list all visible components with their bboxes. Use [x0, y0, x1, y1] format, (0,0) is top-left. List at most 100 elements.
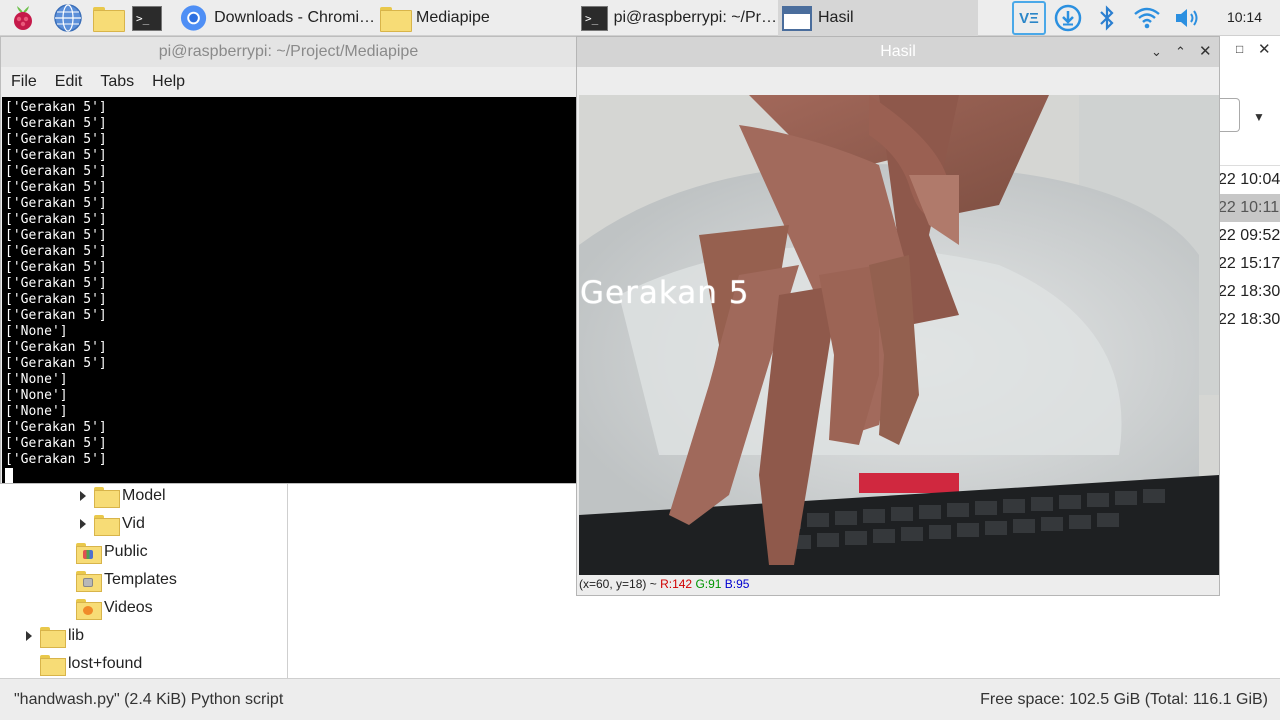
folder-icon — [40, 654, 66, 676]
templates-folder-icon — [76, 570, 102, 592]
menu-edit[interactable]: Edit — [55, 73, 83, 91]
hasil-titlebar[interactable]: Hasil ⌄ ⌃ ✕ — [577, 37, 1219, 67]
pixel-info: (x=60, y=18) ~ R:142 G:91 B:95 — [579, 577, 749, 593]
task-label: Hasil — [818, 9, 854, 26]
wifi-icon[interactable] — [1132, 3, 1162, 33]
terminal-output[interactable]: ['Gerakan 5'] ['Gerakan 5'] ['Gerakan 5'][… — [2, 97, 576, 483]
terminal-line: ['None'] — [5, 372, 68, 387]
update-icon[interactable] — [1053, 3, 1083, 33]
tree-item-label: Vid — [122, 515, 145, 532]
volume-icon[interactable] — [1172, 3, 1202, 33]
task-chromium[interactable]: Downloads - Chromi… — [175, 0, 375, 36]
tree-item-label: Videos — [104, 599, 153, 616]
terminal-line: ['Gerakan 5'] — [5, 100, 107, 115]
tree-item-label: Model — [122, 487, 166, 504]
list-item[interactable]: 22 10:04 — [1218, 166, 1280, 194]
folder-icon — [94, 486, 120, 508]
menu-file[interactable]: File — [11, 73, 37, 91]
list-item[interactable]: 22 09:52 — [1218, 222, 1280, 250]
tree-item-videos[interactable]: Videos — [76, 594, 153, 622]
terminal-launcher-icon[interactable]: >_ — [132, 3, 162, 33]
public-folder-icon — [76, 542, 102, 564]
terminal-line: ['Gerakan 5'] — [5, 452, 107, 467]
terminal-line: ['Gerakan 5'] — [5, 132, 107, 147]
pixel-red: R:142 — [660, 577, 693, 591]
terminal-icon: >_ — [581, 5, 608, 31]
terminal-line: ['None'] — [5, 388, 68, 403]
terminal-line: ['Gerakan 5'] — [5, 196, 107, 211]
task-mediapipe-folder[interactable]: Mediapipe — [376, 0, 576, 36]
tree-item-model[interactable]: Model — [80, 482, 166, 510]
task-label: Downloads - Chromi… — [214, 9, 375, 26]
web-browser-icon[interactable] — [53, 3, 83, 33]
terminal-line: ['None'] — [5, 324, 68, 339]
tree-item-public[interactable]: Public — [76, 538, 148, 566]
terminal-titlebar[interactable]: pi@raspberrypi: ~/Project/Mediapipe — [1, 37, 576, 67]
close-icon[interactable]: ✕ — [1199, 42, 1212, 60]
expand-arrow-icon[interactable] — [26, 631, 32, 641]
terminal-line: ['Gerakan 5'] — [5, 420, 107, 435]
terminal-line: ['Gerakan 5'] — [5, 308, 107, 323]
terminal-line: ['Gerakan 5'] — [5, 164, 107, 179]
file-manager-icon[interactable] — [93, 3, 125, 33]
chromium-icon — [180, 5, 207, 31]
hasil-window: Hasil ⌄ ⌃ ✕ Gerakan 5 (x=60, y=18) ~ R:1… — [576, 36, 1220, 596]
menu-bar: File Edit Tabs Help — [1, 67, 576, 97]
maximize-icon[interactable]: ⌃ — [1175, 44, 1186, 60]
task-label: pi@raspberrypi: ~/Pr… — [613, 9, 777, 26]
pixel-blue: B:95 — [724, 577, 750, 591]
selected-file-info: "handwash.py" (2.4 KiB) Python script — [14, 690, 284, 708]
vnc-icon[interactable]: VΞ — [1012, 1, 1046, 35]
chevron-down-icon[interactable]: ▼ — [1253, 110, 1265, 124]
terminal-cursor — [5, 468, 13, 483]
list-item[interactable]: 22 18:30 — [1218, 306, 1280, 334]
list-item[interactable]: 22 18:30 — [1218, 278, 1280, 306]
expand-arrow-icon[interactable] — [80, 519, 86, 529]
raspberry-menu-icon[interactable] — [8, 3, 38, 33]
maximize-icon[interactable]: □ — [1236, 42, 1243, 56]
status-bar: "handwash.py" (2.4 KiB) Python script Fr… — [0, 678, 1280, 720]
pixel-green: G:91 — [695, 577, 722, 591]
window-title: pi@raspberrypi: ~/Project/Mediapipe — [158, 43, 419, 60]
menu-tabs[interactable]: Tabs — [100, 73, 134, 91]
tree-item-label: lost+found — [68, 655, 143, 672]
list-item[interactable]: 22 15:17 — [1218, 250, 1280, 278]
camera-frame[interactable]: Gerakan 5 — [579, 95, 1219, 575]
list-item-selected[interactable]: 22 10:11 — [1218, 194, 1280, 222]
tree-item-label: Templates — [104, 571, 177, 588]
folder-icon — [380, 6, 412, 32]
directory-tree: Model Vid Public Templates Videos lib lo… — [0, 482, 288, 678]
folder-icon — [40, 626, 66, 648]
hasil-toolbar — [577, 67, 1219, 93]
prediction-overlay: Gerakan 5 — [580, 275, 750, 311]
tree-item-lost-found[interactable]: lost+found — [40, 650, 142, 678]
list-header — [1218, 138, 1280, 166]
bluetooth-icon[interactable] — [1092, 3, 1122, 33]
terminal-line: ['Gerakan 5'] — [5, 228, 107, 243]
terminal-line: ['Gerakan 5'] — [5, 116, 107, 131]
minimize-icon[interactable]: ⌄ — [1151, 44, 1162, 60]
tree-item-label: Public — [104, 543, 148, 560]
terminal-line: ['Gerakan 5'] — [5, 276, 107, 291]
terminal-line: ['None'] — [5, 404, 68, 419]
clock[interactable]: 10:14 — [1227, 9, 1262, 25]
window-icon — [782, 5, 812, 31]
tree-item-templates[interactable]: Templates — [76, 566, 177, 594]
terminal-line: ['Gerakan 5'] — [5, 212, 107, 227]
camera-image — [579, 95, 1219, 575]
tree-item-vid[interactable]: Vid — [80, 510, 145, 538]
videos-folder-icon — [76, 598, 102, 620]
task-terminal[interactable]: >_ pi@raspberrypi: ~/Pr… — [577, 0, 777, 36]
expand-arrow-icon[interactable] — [80, 491, 86, 501]
close-icon[interactable]: ✕ — [1258, 40, 1271, 58]
taskbar: >_ Downloads - Chromi… Mediapipe >_ pi@r… — [0, 0, 1280, 36]
task-label: Mediapipe — [416, 9, 490, 26]
task-hasil[interactable]: Hasil — [778, 0, 978, 36]
terminal-line: ['Gerakan 5'] — [5, 436, 107, 451]
terminal-line: ['Gerakan 5'] — [5, 340, 107, 355]
tree-item-lib[interactable]: lib — [26, 622, 84, 650]
terminal-window: pi@raspberrypi: ~/Project/Mediapipe File… — [0, 36, 577, 484]
terminal-line: ['Gerakan 5'] — [5, 260, 107, 275]
path-combo[interactable] — [1218, 98, 1240, 132]
menu-help[interactable]: Help — [152, 73, 185, 91]
